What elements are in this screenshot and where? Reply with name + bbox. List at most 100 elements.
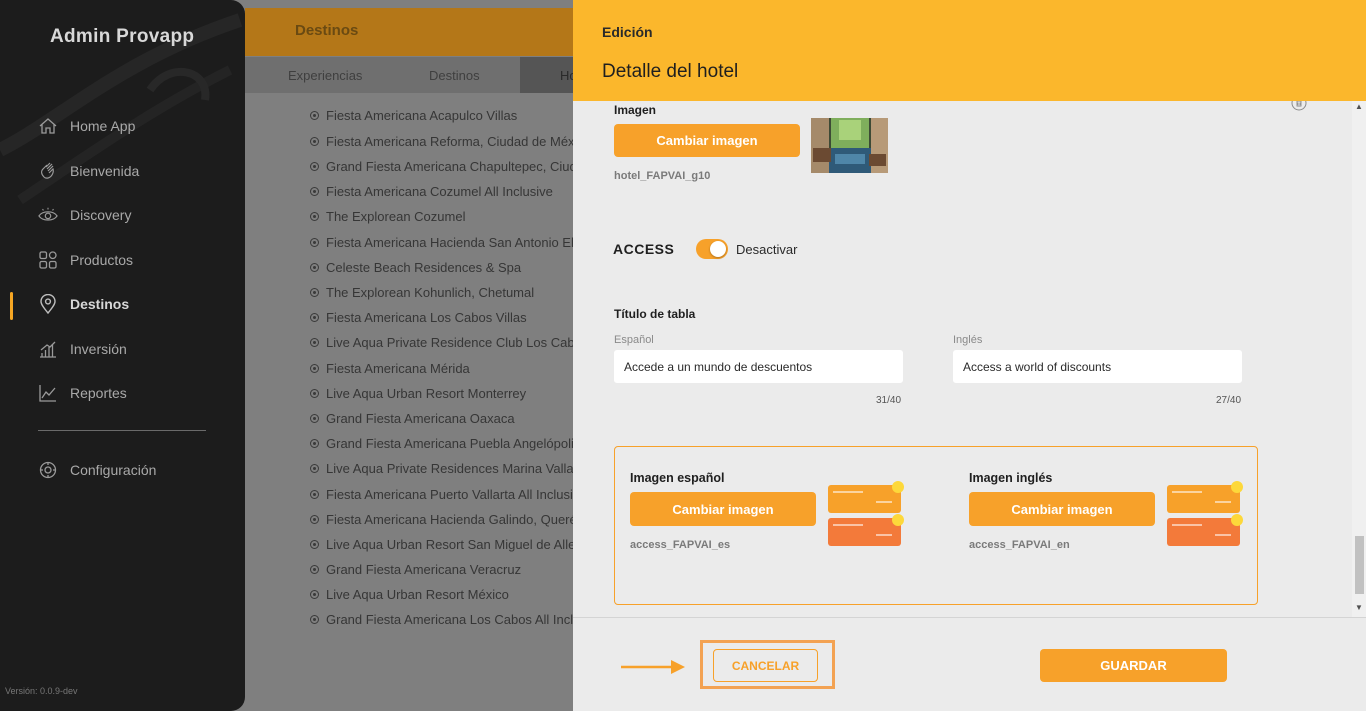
sidebar-item-discovery[interactable]: Discovery [38,205,131,225]
en-char-counter: 27/40 [1216,395,1242,406]
ticket-text-line [1172,491,1202,493]
list-item-label: The Explorean Cozumel [326,209,466,224]
list-item[interactable]: Fiesta Americana Los Cabos Villas [310,310,575,325]
access-label: ACCESS [613,241,675,257]
cancel-button[interactable]: CANCELAR [713,649,818,682]
access-images-panel: Imagen español Cambiar imagen access_FAP… [614,446,1258,605]
edit-drawer: Edición Detalle del hotel Imagen Cambiar… [573,0,1366,711]
change-spanish-image-button[interactable]: Cambiar imagen [630,492,816,526]
sidebar-item-home-app[interactable]: Home App [38,116,135,136]
drawer-header: Edición Detalle del hotel [573,0,1366,101]
change-english-image-button[interactable]: Cambiar imagen [969,492,1155,526]
radio-icon [310,137,319,146]
sidebar-item-label: Bienvenida [70,163,140,179]
list-item[interactable]: Grand Fiesta Americana Puebla Angelópoli… [310,436,575,451]
list-item[interactable]: Live Aqua Urban Resort México [310,587,575,602]
ticket-text-line [876,501,892,503]
page-title: Destinos [295,22,359,39]
radio-icon [310,490,319,499]
radio-icon [310,389,319,398]
scroll-down-icon[interactable]: ▼ [1355,603,1363,612]
list-item[interactable]: Fiesta Americana Puerto Vallarta All Inc… [310,487,575,502]
location-pin-icon [38,294,58,314]
tab-experiencias[interactable]: Experiencias [288,68,362,83]
spanish-image-filename: access_FAPVAI_es [630,539,731,551]
radio-icon [310,615,319,624]
list-item[interactable]: Grand Fiesta Americana Los Cabos All Inc… [310,612,575,627]
list-item[interactable]: Fiesta Americana Hacienda San Antonio El… [310,235,575,250]
list-item[interactable]: Fiesta Americana Cozumel All Inclusive [310,184,575,199]
radio-icon [310,540,319,549]
radio-icon [310,111,319,120]
list-item-label: Fiesta Americana Mérida [326,361,470,376]
english-image-label: Imagen inglés [969,471,1053,485]
list-item-label: Fiesta Americana Hacienda Galindo, Queré… [326,512,575,527]
drawer-footer: CANCELAR GUARDAR [573,617,1366,711]
version-label: Versión: 0.0.9-dev [5,686,78,696]
sidebar-item-productos[interactable]: Productos [38,250,133,270]
scrollbar-thumb[interactable] [1355,536,1364,594]
list-item[interactable]: Live Aqua Private Residences Marina Vall… [310,461,575,476]
list-item[interactable]: Grand Fiesta Americana Veracruz [310,562,575,577]
english-image-filename: access_FAPVAI_en [969,539,1070,551]
list-item-label: Fiesta Americana Acapulco Villas [326,108,518,123]
table-title-en-input[interactable]: Access a world of discounts [953,350,1242,383]
list-item-label: Fiesta Americana Hacienda San Antonio El… [326,235,575,250]
badge-icon [892,481,904,493]
list-item[interactable]: Live Aqua Urban Resort Monterrey [310,386,575,401]
radio-icon [310,565,319,574]
radio-icon [310,590,319,599]
hotel-thumbnail [811,118,888,173]
list-item[interactable]: Fiesta Americana Mérida [310,361,575,376]
radio-icon [310,364,319,373]
sidebar-item-configuracion[interactable]: Configuración [38,460,156,480]
list-item[interactable]: The Explorean Cozumel [310,209,575,224]
drawer-title: Detalle del hotel [602,61,739,82]
radio-icon [310,263,319,272]
list-item-label: Fiesta Americana Puerto Vallarta All Inc… [326,487,575,502]
access-toggle-label: Desactivar [736,242,798,257]
list-item-label: Grand Fiesta Americana Oaxaca [326,411,515,426]
access-toggle[interactable] [696,239,728,259]
list-item[interactable]: The Explorean Kohunlich, Chetumal [310,285,575,300]
brand-title: Admin Provapp [50,26,195,47]
main-header: Destinos [245,8,575,56]
list-item-label: Fiesta Americana Los Cabos Villas [326,310,527,325]
grid-icon [38,250,58,270]
sidebar-item-destinos[interactable]: Destinos [38,294,129,314]
active-indicator [10,292,13,320]
scroll-up-icon[interactable]: ▲ [1355,102,1363,111]
sidebar: Admin Provapp Home App Bienvenida Discov… [0,0,245,711]
sidebar-item-bienvenida[interactable]: Bienvenida [38,161,139,181]
list-item-label: Live Aqua Urban Resort San Miguel de All… [326,537,575,552]
sidebar-divider [38,430,206,431]
scrollbar[interactable]: ▲ ▼ [1352,101,1366,617]
sidebar-item-reportes[interactable]: Reportes [38,383,127,403]
trash-icon[interactable] [1291,101,1307,111]
list-item-label: Grand Fiesta Americana Chapultepec, Ciud… [326,159,575,174]
table-title-es-input[interactable]: Accede a un mundo de descuentos [614,350,903,383]
sidebar-item-label: Productos [70,252,134,268]
ticket-text-line [833,524,863,526]
list-item[interactable]: Live Aqua Urban Resort San Miguel de All… [310,537,575,552]
list-item-partial [310,84,575,92]
list-item[interactable]: Grand Fiesta Americana Chapultepec, Ciud… [310,159,575,174]
radio-icon [310,212,319,221]
drawer-scroll-area[interactable]: Imagen Cambiar imagen hotel_FAPVAI_g10 A… [573,101,1366,617]
es-char-counter: 31/40 [876,395,902,406]
radio-icon [310,414,319,423]
hotel-image-filename: hotel_FAPVAI_g10 [614,170,711,182]
save-button[interactable]: GUARDAR [1040,649,1227,682]
sidebar-item-inversion[interactable]: Inversión [38,339,127,359]
list-item[interactable]: Fiesta Americana Acapulco Villas [310,108,575,123]
ticket-text-line [1215,534,1231,536]
radio-icon [310,288,319,297]
list-item[interactable]: Fiesta Americana Reforma, Ciudad de Méxi… [310,134,575,149]
list-item[interactable]: Grand Fiesta Americana Oaxaca [310,411,575,426]
ticket-text-line [1172,524,1202,526]
change-hotel-image-button[interactable]: Cambiar imagen [614,124,800,157]
list-item[interactable]: Fiesta Americana Hacienda Galindo, Queré… [310,512,575,527]
tab-destinos[interactable]: Destinos [429,68,480,83]
list-item[interactable]: Live Aqua Private Residence Club Los Cab… [310,335,575,350]
list-item[interactable]: Celeste Beach Residences & Spa [310,260,575,275]
